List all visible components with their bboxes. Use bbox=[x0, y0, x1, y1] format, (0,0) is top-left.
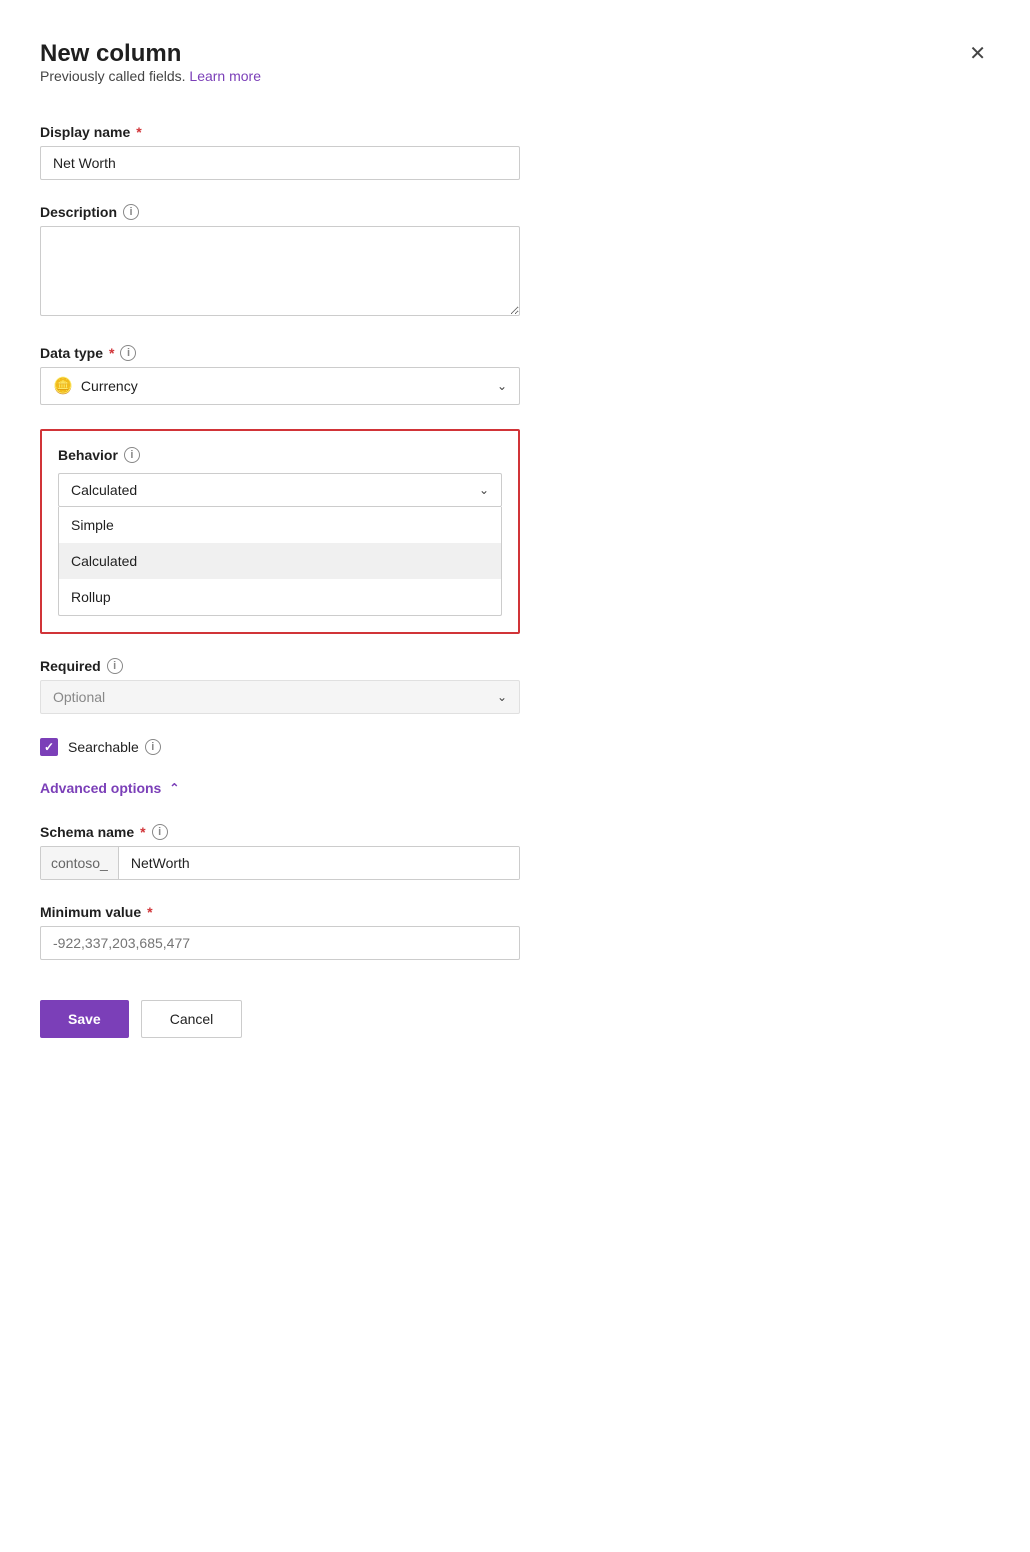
currency-icon: 🪙 bbox=[53, 376, 73, 396]
searchable-checkbox[interactable]: ✓ bbox=[40, 738, 58, 756]
description-info-icon: i bbox=[123, 204, 139, 220]
required-star-min: * bbox=[147, 904, 152, 920]
min-value-label: Minimum value * bbox=[40, 904, 520, 920]
data-type-label: Data type * i bbox=[40, 345, 520, 361]
schema-name-info-icon: i bbox=[152, 824, 168, 840]
display-name-section: Display name * bbox=[40, 124, 520, 180]
behavior-dropdown: Simple Calculated Rollup bbox=[58, 507, 502, 616]
required-star-datatype: * bbox=[109, 345, 114, 361]
required-star-schema: * bbox=[140, 824, 145, 840]
behavior-option-calculated[interactable]: Calculated bbox=[59, 543, 501, 579]
cancel-button[interactable]: Cancel bbox=[141, 1000, 243, 1038]
display-name-input[interactable] bbox=[40, 146, 520, 180]
display-name-label: Display name * bbox=[40, 124, 520, 140]
checkmark-icon: ✓ bbox=[44, 741, 54, 753]
schema-name-label: Schema name * i bbox=[40, 824, 520, 840]
description-input[interactable] bbox=[40, 226, 520, 316]
required-label: Required i bbox=[40, 658, 520, 674]
behavior-chevron-icon: ⌄ bbox=[479, 483, 489, 497]
required-chevron-icon: ⌄ bbox=[497, 690, 507, 704]
schema-name-field: contoso_ bbox=[40, 846, 520, 880]
data-type-info-icon: i bbox=[120, 345, 136, 361]
behavior-option-rollup[interactable]: Rollup bbox=[59, 579, 501, 615]
min-value-input[interactable] bbox=[40, 926, 520, 960]
close-button[interactable]: ✕ bbox=[965, 40, 990, 68]
min-value-section: Minimum value * bbox=[40, 904, 520, 960]
behavior-info-icon: i bbox=[124, 447, 140, 463]
behavior-section: Behavior i Calculated ⌄ Simple Calculate… bbox=[40, 429, 520, 634]
schema-prefix: contoso_ bbox=[41, 847, 119, 879]
data-type-section: Data type * i 🪙 Currency ⌄ bbox=[40, 345, 520, 405]
advanced-options-chevron-icon: ⌃ bbox=[169, 781, 179, 795]
description-label: Description i bbox=[40, 204, 520, 220]
page-title: New column bbox=[40, 40, 261, 68]
required-star: * bbox=[136, 124, 141, 140]
schema-name-input[interactable] bbox=[119, 847, 519, 879]
required-section: Required i Optional ⌄ bbox=[40, 658, 520, 714]
required-select[interactable]: Optional ⌄ bbox=[40, 680, 520, 714]
learn-more-link[interactable]: Learn more bbox=[189, 68, 261, 84]
footer-buttons: Save Cancel bbox=[40, 1000, 520, 1038]
chevron-down-icon: ⌄ bbox=[497, 379, 507, 393]
advanced-options-toggle[interactable]: Advanced options ⌃ bbox=[40, 780, 520, 796]
behavior-option-simple[interactable]: Simple bbox=[59, 507, 501, 543]
required-info-icon: i bbox=[107, 658, 123, 674]
data-type-select-wrapper: 🪙 Currency ⌄ bbox=[40, 367, 520, 405]
page-subtitle: Previously called fields. Learn more bbox=[40, 68, 261, 84]
required-select-wrapper: Optional ⌄ bbox=[40, 680, 520, 714]
schema-name-section: Schema name * i contoso_ bbox=[40, 824, 520, 880]
save-button[interactable]: Save bbox=[40, 1000, 129, 1038]
description-section: Description i bbox=[40, 204, 520, 321]
data-type-select[interactable]: 🪙 Currency ⌄ bbox=[40, 367, 520, 405]
searchable-info-icon: i bbox=[145, 739, 161, 755]
searchable-label: Searchable i bbox=[68, 739, 161, 755]
searchable-row: ✓ Searchable i bbox=[40, 738, 520, 756]
behavior-select[interactable]: Calculated ⌄ bbox=[58, 473, 502, 507]
behavior-label: Behavior i bbox=[58, 447, 502, 463]
